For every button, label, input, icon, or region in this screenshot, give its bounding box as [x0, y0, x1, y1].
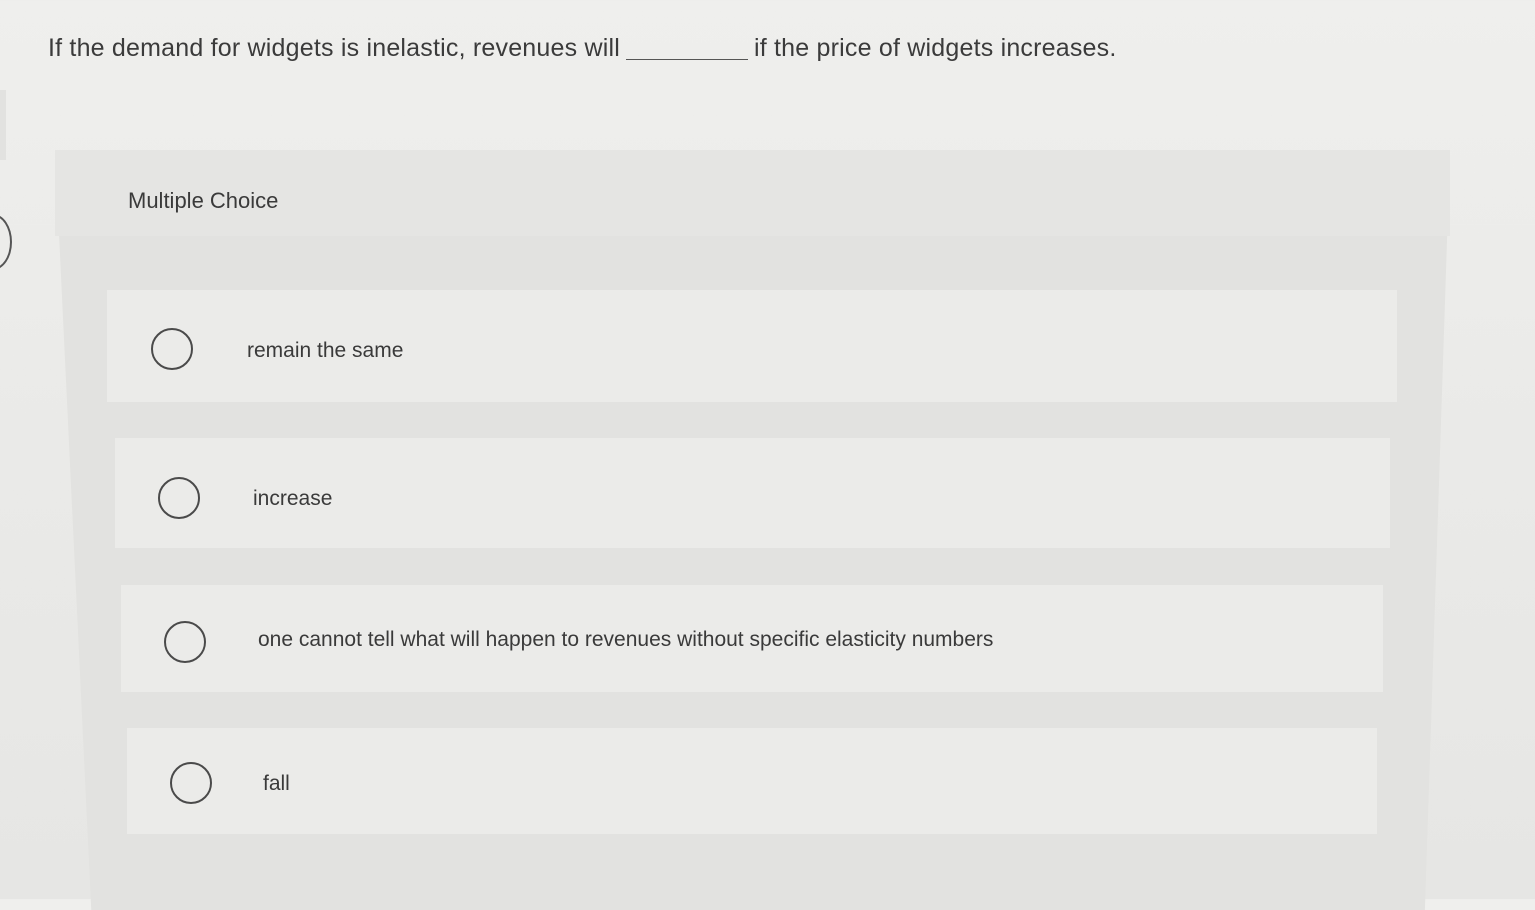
question-after-blank: if the price of widgets increases.	[753, 34, 1117, 62]
radio-button-option-1[interactable]	[151, 328, 193, 370]
page-edge	[0, 90, 6, 160]
option-label: fall	[263, 772, 290, 795]
radio-button-option-2[interactable]	[158, 477, 200, 519]
option-label: one cannot tell what will happen to reve…	[258, 628, 994, 651]
multiple-choice-label: Multiple Choice	[128, 188, 279, 213]
answer-blank	[625, 58, 748, 60]
option-label: increase	[253, 487, 333, 510]
option-fall[interactable]	[127, 728, 1377, 834]
radio-button-option-3[interactable]	[164, 621, 206, 663]
partial-circle-button[interactable]	[0, 214, 12, 270]
question-text: If the demand for widgets is inelastic, …	[48, 34, 1117, 63]
option-label: remain the same	[247, 339, 404, 362]
question-before-blank: If the demand for widgets is inelastic, …	[48, 34, 620, 62]
radio-button-option-4[interactable]	[170, 762, 212, 804]
